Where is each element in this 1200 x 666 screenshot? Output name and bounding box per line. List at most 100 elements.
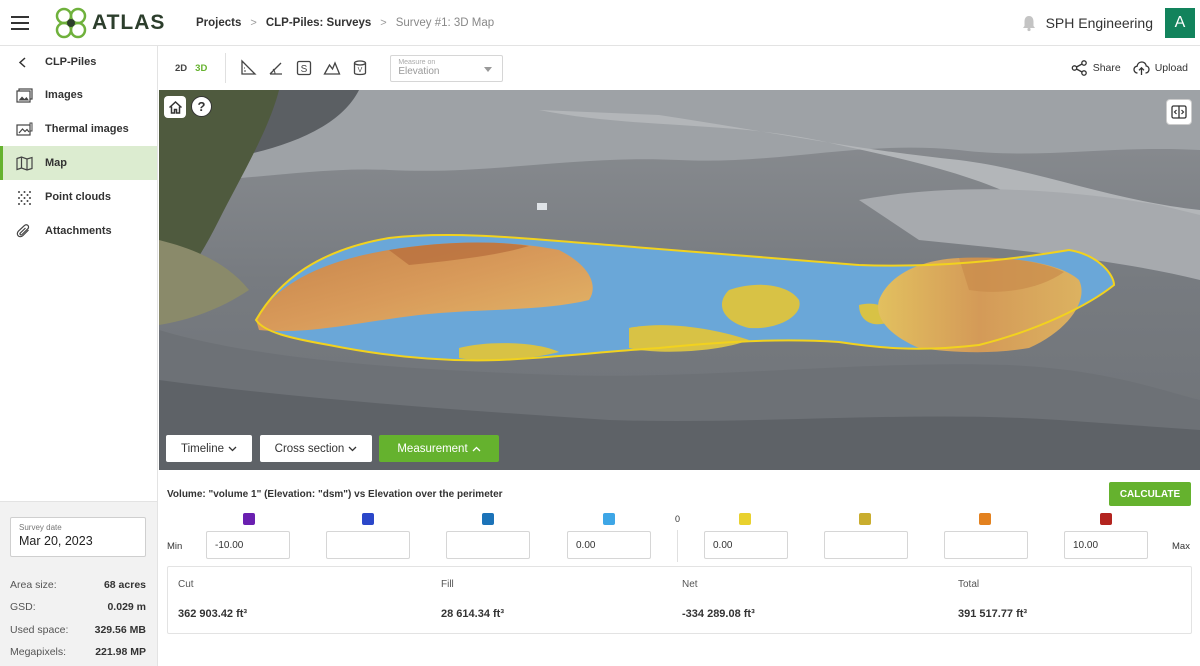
distance-tool-icon[interactable] (239, 59, 257, 77)
help-button[interactable]: ? (191, 96, 212, 117)
back-to-project[interactable]: CLP-Piles (0, 46, 157, 78)
color-swatch[interactable] (362, 513, 374, 525)
breadcrumb-current: Survey #1: 3D Map (395, 16, 495, 29)
range-input-8[interactable] (1064, 531, 1148, 559)
area-tool-icon[interactable]: S (295, 59, 313, 77)
stat-value: 221.98 MP (95, 646, 146, 658)
profile-tool-icon[interactable] (323, 59, 341, 77)
color-swatch[interactable] (859, 513, 871, 525)
fill-label: Fill (441, 579, 454, 590)
timeline-dropdown[interactable]: Timeline (166, 435, 252, 462)
top-bar: ATLAS Projects > CLP-Piles: Surveys > Su… (0, 0, 1200, 46)
fill-value: 28 614.34 ft³ (441, 608, 504, 620)
range-input-3[interactable] (446, 531, 530, 559)
range-input-5[interactable] (704, 531, 788, 559)
angle-tool-icon[interactable] (267, 59, 285, 77)
sidebar: CLP-Piles Images Thermal images Map Poin… (0, 46, 158, 666)
stat-value: 329.56 MB (94, 624, 146, 636)
sidebar-item-thermal-images[interactable]: Thermal images (0, 112, 157, 146)
stat-used-space: Used space: 329.56 MB (10, 624, 146, 636)
organization-name[interactable]: SPH Engineering (1046, 15, 1153, 31)
measurement-label: Measurement (397, 442, 468, 455)
stat-megapixels: Megapixels: 221.98 MP (10, 646, 146, 658)
cross-section-dropdown[interactable]: Cross section (260, 435, 372, 462)
stat-key: GSD: (10, 601, 36, 613)
survey-date-label: Survey date (19, 523, 62, 532)
sidebar-item-point-clouds[interactable]: Point clouds (0, 180, 157, 214)
range-input-6[interactable] (824, 531, 908, 559)
cut-label: Cut (178, 579, 194, 590)
caret-down-icon (484, 66, 493, 72)
color-swatch[interactable] (603, 513, 615, 525)
question-mark-icon: ? (197, 99, 206, 114)
mode-3d-button[interactable]: 3D (195, 63, 207, 74)
sidebar-item-label: Images (45, 89, 83, 101)
range-input-4[interactable] (567, 531, 651, 559)
sidebar-item-images[interactable]: Images (0, 78, 157, 112)
back-label: CLP-Piles (45, 56, 97, 68)
net-label: Net (682, 579, 698, 590)
svg-text:S: S (301, 64, 308, 75)
zero-label: 0 (675, 514, 681, 524)
sidebar-item-map[interactable]: Map (0, 146, 157, 180)
sidebar-item-attachments[interactable]: Attachments (0, 214, 157, 248)
survey-date-value: Mar 20, 2023 (19, 534, 93, 548)
volume-tool-icon[interactable]: V (351, 59, 369, 77)
stat-key: Megapixels: (10, 646, 67, 658)
color-swatch[interactable] (739, 513, 751, 525)
share-button[interactable]: Share (1071, 60, 1121, 76)
mode-2d-button[interactable]: 2D (175, 63, 187, 74)
measure-on-select[interactable]: Measure on Elevation (390, 54, 504, 82)
map-toolbar: 2D 3D S V Measure on Elevation Share Upl… (159, 46, 1200, 90)
survey-date-field[interactable]: Survey date Mar 20, 2023 (10, 517, 146, 557)
range-input-7[interactable] (944, 531, 1028, 559)
map-icon (16, 155, 33, 171)
stat-gsd: GSD: 0.029 m (10, 601, 146, 613)
measure-on-label: Measure on (398, 58, 436, 66)
header-right: SPH Engineering A (1020, 0, 1200, 46)
toolbar-actions: Share Upload (1071, 46, 1200, 90)
upload-label: Upload (1154, 62, 1188, 74)
upload-button[interactable]: Upload (1133, 60, 1188, 76)
range-input-2[interactable] (326, 531, 410, 559)
volume-title: Volume: "volume 1" (Elevation: "dsm") vs… (167, 489, 503, 500)
calculate-button[interactable]: CALCULATE (1109, 482, 1191, 506)
cloud-upload-icon (1133, 61, 1150, 75)
terrain-3d-view[interactable] (159, 90, 1200, 470)
breadcrumb-surveys[interactable]: CLP-Piles: Surveys (266, 17, 371, 29)
app-name: ATLAS (92, 10, 166, 34)
user-avatar[interactable]: A (1165, 8, 1195, 38)
chevron-down-icon (228, 446, 237, 451)
total-value: 391 517.77 ft³ (958, 608, 1028, 620)
max-label: Max (1172, 541, 1190, 552)
stat-key: Used space: (10, 624, 69, 636)
net-value: -334 289.08 ft³ (682, 608, 755, 620)
share-label: Share (1092, 62, 1121, 74)
measure-on-value: Elevation (398, 65, 440, 77)
range-input-1[interactable] (206, 531, 290, 559)
atlas-logo[interactable]: ATLAS (54, 6, 180, 40)
breadcrumb: Projects > CLP-Piles: Surveys > Survey #… (196, 17, 494, 29)
compare-layers-button[interactable] (1166, 99, 1192, 125)
color-swatch[interactable] (243, 513, 255, 525)
stat-key: Area size: (10, 579, 57, 591)
stat-value: 68 acres (103, 579, 146, 591)
sidebar-item-label: Map (45, 157, 67, 169)
color-swatch[interactable] (482, 513, 494, 525)
map-viewport[interactable]: ? Timeline Cross section Measurement (159, 90, 1200, 470)
share-icon (1071, 60, 1087, 76)
breadcrumb-projects[interactable]: Projects (196, 17, 241, 29)
hamburger-menu-icon[interactable] (0, 0, 40, 46)
color-swatch[interactable] (979, 513, 991, 525)
color-swatch[interactable] (1100, 513, 1112, 525)
measurement-dropdown[interactable]: Measurement (379, 435, 499, 462)
bell-icon[interactable] (1020, 14, 1038, 32)
svg-text:V: V (358, 67, 363, 74)
split-view-icon (1171, 105, 1187, 119)
chevron-right-icon: > (250, 16, 257, 29)
home-button[interactable] (164, 96, 186, 118)
home-icon (168, 100, 182, 114)
chevron-up-icon (472, 446, 481, 451)
chevron-left-icon (18, 56, 26, 68)
zero-divider (677, 530, 678, 562)
